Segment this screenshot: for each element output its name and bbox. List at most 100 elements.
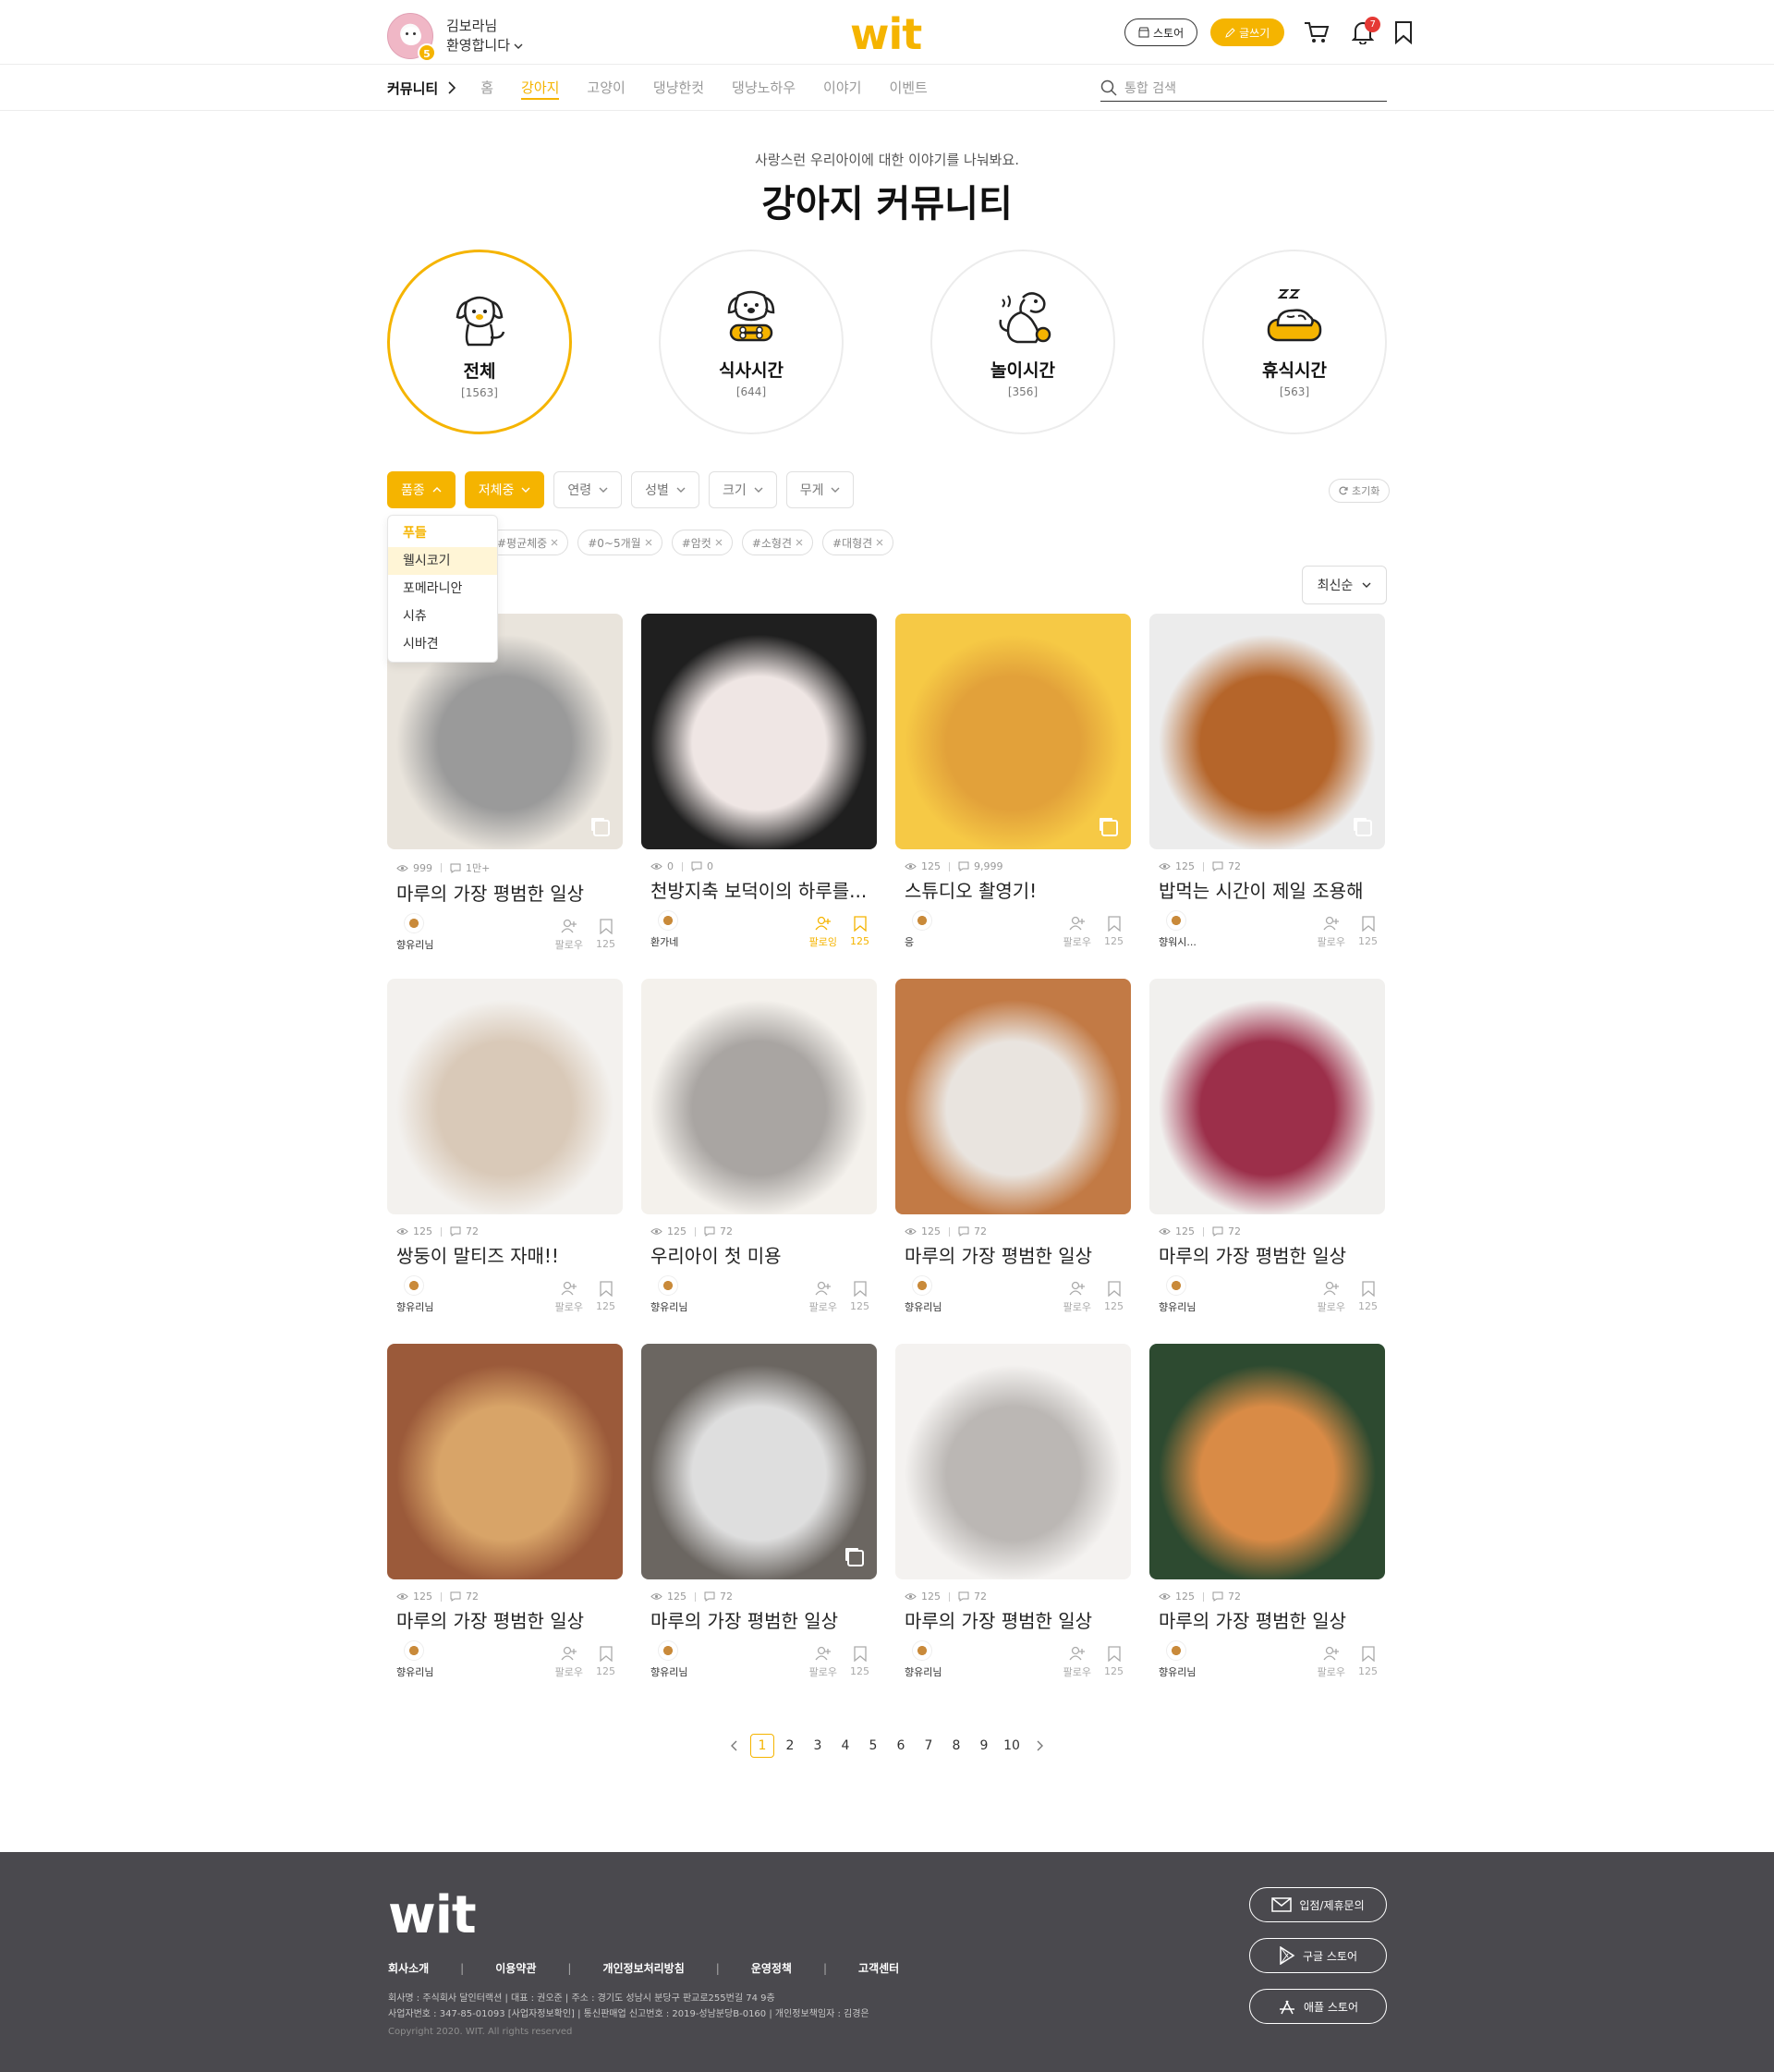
filter-tag[interactable]: #평균체중 bbox=[487, 530, 569, 555]
save-button[interactable]: 125 bbox=[1358, 1646, 1378, 1679]
save-button[interactable]: 125 bbox=[596, 1646, 615, 1679]
post-title[interactable]: 마루의 가장 평범한 일상 bbox=[1149, 1606, 1385, 1633]
post-title[interactable]: 마루의 가장 평범한 일상 bbox=[387, 879, 623, 906]
follow-button[interactable]: 팔로우 bbox=[1063, 1646, 1091, 1679]
notification-button[interactable]: 7 bbox=[1349, 17, 1381, 46]
breed-option[interactable]: 포메라니안 bbox=[388, 575, 497, 603]
post-author[interactable]: 향유리님 bbox=[650, 1640, 687, 1679]
post-card[interactable]: 999 1만+ 마루의 가장 평범한 일상 향유리님 팔로우 125 bbox=[387, 614, 623, 979]
filter-breed[interactable]: 품종 bbox=[387, 471, 456, 508]
save-button[interactable]: 125 bbox=[850, 1646, 869, 1679]
save-button[interactable]: 125 bbox=[596, 919, 615, 952]
post-title[interactable]: 우리아이 첫 미용 bbox=[641, 1241, 877, 1268]
post-photo[interactable] bbox=[1149, 1344, 1385, 1579]
post-title[interactable]: 밥먹는 시간이 제일 조용해 bbox=[1149, 876, 1385, 903]
apple-store-button[interactable]: 애플 스토어 bbox=[1249, 1989, 1387, 2024]
nav-item-4[interactable]: 댕냥노하우 bbox=[732, 65, 796, 111]
breed-option[interactable]: 시바견 bbox=[388, 630, 497, 658]
page-button[interactable]: 9 bbox=[972, 1734, 996, 1758]
follow-button[interactable]: 팔로우 bbox=[809, 1281, 837, 1314]
post-author[interactable]: 향유리님 bbox=[1159, 1640, 1196, 1679]
filter-size[interactable]: 크기 bbox=[708, 471, 777, 508]
nav-item-1[interactable]: 강아지 bbox=[521, 65, 560, 111]
save-button[interactable]: 125 bbox=[1358, 916, 1378, 949]
breed-option[interactable]: 푸들 bbox=[388, 519, 497, 547]
post-card[interactable]: 125 72 밥먹는 시간이 제일 조용해 향워시... 팔로우 125 bbox=[1149, 614, 1385, 979]
filter-tag[interactable]: #대형견 bbox=[822, 530, 894, 555]
filter-weight[interactable]: 무게 bbox=[785, 471, 855, 508]
post-photo[interactable] bbox=[387, 979, 623, 1214]
partnership-button[interactable]: 입점/제휴문의 bbox=[1249, 1887, 1387, 1922]
follow-button[interactable]: 팔로우 bbox=[809, 1646, 837, 1679]
reset-button[interactable]: 초기화 bbox=[1329, 479, 1391, 503]
post-photo[interactable] bbox=[641, 614, 877, 849]
post-photo[interactable] bbox=[895, 979, 1131, 1214]
nav-item-3[interactable]: 댕냥한컷 bbox=[653, 65, 704, 111]
wit-logo[interactable]: wit bbox=[850, 9, 922, 59]
next-page-button[interactable] bbox=[1027, 1734, 1051, 1758]
post-author[interactable]: 향유리님 bbox=[1159, 1275, 1196, 1314]
close-icon[interactable] bbox=[796, 539, 803, 546]
sort-select[interactable]: 최신순 bbox=[1302, 566, 1387, 604]
bookmark-button[interactable] bbox=[1390, 18, 1417, 46]
follow-button[interactable]: 팔로우 bbox=[555, 919, 583, 952]
breed-option[interactable]: 웰시코기 bbox=[388, 547, 497, 575]
post-card[interactable]: 125 72 우리아이 첫 미용 향유리님 팔로우 125 bbox=[641, 979, 877, 1344]
post-card[interactable]: 125 72 마루의 가장 평범한 일상 향유리님 팔로우 125 bbox=[895, 979, 1131, 1344]
post-author[interactable]: 향유리님 bbox=[905, 1640, 942, 1679]
save-button[interactable]: 125 bbox=[1104, 916, 1124, 949]
save-button[interactable]: 125 bbox=[596, 1281, 615, 1314]
post-title[interactable]: 마루의 가장 평범한 일상 bbox=[387, 1606, 623, 1633]
follow-button[interactable]: 팔로우 bbox=[555, 1646, 583, 1679]
save-button[interactable]: 125 bbox=[1358, 1281, 1378, 1314]
nav-item-6[interactable]: 이벤트 bbox=[889, 65, 927, 111]
cart-button[interactable] bbox=[1303, 18, 1330, 46]
post-author[interactable]: 향유리님 bbox=[396, 1275, 433, 1314]
category-rest[interactable]: 휴식시간 [563] bbox=[1202, 250, 1387, 434]
post-card[interactable]: 125 72 마루의 가장 평범한 일상 향유리님 팔로우 125 bbox=[1149, 979, 1385, 1344]
follow-button[interactable]: 팔로우 bbox=[1063, 916, 1091, 949]
post-author[interactable]: 환가네 bbox=[650, 910, 678, 949]
search-input[interactable]: 통합 검색 bbox=[1100, 74, 1387, 102]
filter-weight-type[interactable]: 저체중 bbox=[464, 471, 545, 508]
filter-tag[interactable]: #소형견 bbox=[741, 530, 814, 555]
user-profile[interactable]: 5 김보라님 환영합니다 bbox=[387, 13, 523, 62]
follow-button[interactable]: 팔로잉 bbox=[809, 916, 837, 949]
post-title[interactable]: 마루의 가장 평범한 일상 bbox=[895, 1241, 1131, 1268]
post-card[interactable]: 125 72 마루의 가장 평범한 일상 향유리님 팔로우 125 bbox=[895, 1344, 1131, 1709]
post-card[interactable]: 125 72 마루의 가장 평범한 일상 향유리님 팔로우 125 bbox=[387, 1344, 623, 1709]
page-button[interactable]: 7 bbox=[917, 1734, 941, 1758]
save-button[interactable]: 125 bbox=[1104, 1646, 1124, 1679]
page-button[interactable]: 5 bbox=[861, 1734, 885, 1758]
save-button[interactable]: 125 bbox=[850, 1281, 869, 1314]
post-title[interactable]: 마루의 가장 평범한 일상 bbox=[641, 1606, 877, 1633]
filter-gender[interactable]: 성별 bbox=[631, 471, 699, 508]
category-meal[interactable]: 식사시간 [644] bbox=[659, 250, 844, 434]
chevron-down-icon[interactable] bbox=[514, 42, 523, 51]
post-title[interactable]: 쌍둥이 말티즈 자매!! bbox=[387, 1241, 623, 1268]
save-button[interactable]: 125 bbox=[850, 916, 869, 949]
post-photo[interactable] bbox=[895, 614, 1131, 849]
page-button[interactable]: 2 bbox=[778, 1734, 802, 1758]
footer-link[interactable]: 이용약관 bbox=[495, 1960, 536, 1976]
post-author[interactable]: 향유리님 bbox=[905, 1275, 942, 1314]
filter-tag[interactable]: #암컷 bbox=[671, 530, 733, 555]
category-all[interactable]: 전체 [1563] bbox=[387, 250, 572, 434]
post-card[interactable]: 125 9,999 스튜디오 촬영기! 응 팔로우 125 bbox=[895, 614, 1131, 979]
page-button[interactable]: 1 bbox=[750, 1734, 774, 1758]
post-photo[interactable] bbox=[387, 1344, 623, 1579]
filter-tag[interactable]: #0~5개월 bbox=[577, 530, 662, 555]
close-icon[interactable] bbox=[551, 539, 558, 546]
post-author[interactable]: 향유리님 bbox=[650, 1275, 687, 1314]
write-button[interactable]: 글쓰기 bbox=[1210, 18, 1285, 46]
store-button[interactable]: 스토어 bbox=[1124, 18, 1198, 46]
post-title[interactable]: 스튜디오 촬영기! bbox=[895, 876, 1131, 903]
avatar[interactable]: 5 bbox=[387, 13, 436, 62]
nav-item-0[interactable]: 홈 bbox=[480, 65, 493, 111]
close-icon[interactable] bbox=[715, 539, 723, 546]
post-author[interactable]: 향유리님 bbox=[396, 1640, 433, 1679]
post-photo[interactable] bbox=[895, 1344, 1131, 1579]
post-title[interactable]: 마루의 가장 평범한 일상 bbox=[1149, 1241, 1385, 1268]
post-photo[interactable] bbox=[1149, 614, 1385, 849]
save-button[interactable]: 125 bbox=[1104, 1281, 1124, 1314]
